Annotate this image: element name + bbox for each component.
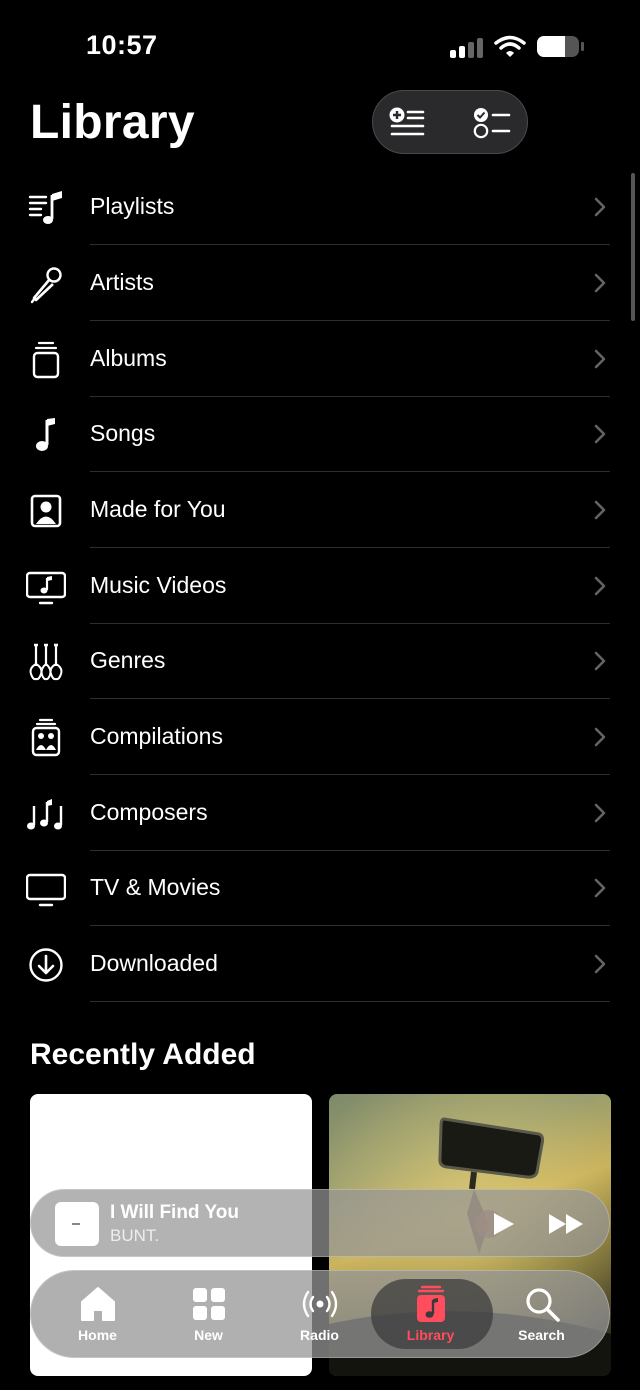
- library-row-albums[interactable]: Albums: [0, 321, 640, 397]
- compilations-icon: [31, 718, 61, 757]
- home-icon: [81, 1287, 115, 1321]
- album-icon: [32, 341, 60, 379]
- library-row-label: Composers: [90, 799, 208, 825]
- library-row-label: Songs: [90, 420, 156, 446]
- tab-radio[interactable]: Radio: [264, 1271, 375, 1357]
- chevron-right-icon: [594, 273, 606, 293]
- tv-icon: [26, 873, 66, 907]
- music-video-icon: [26, 571, 66, 605]
- chevron-right-icon: [594, 651, 606, 671]
- library-row-artists[interactable]: Artists: [0, 245, 640, 321]
- home-indicator: [220, 1380, 420, 1386]
- library-row-made-for-you[interactable]: Made for You: [0, 472, 640, 548]
- chevron-right-icon: [594, 878, 606, 898]
- library-row-downloaded[interactable]: Downloaded: [0, 926, 640, 1002]
- microphone-icon: [30, 267, 62, 304]
- play-icon[interactable]: [489, 1210, 517, 1238]
- select-list-icon[interactable]: [473, 107, 511, 139]
- tab-label: New: [194, 1327, 223, 1343]
- row-separator: [90, 1001, 610, 1002]
- header-actions: [372, 90, 528, 154]
- tab-search[interactable]: Search: [486, 1271, 597, 1357]
- status-time: 10:57: [86, 30, 158, 60]
- library-row-compilations[interactable]: Compilations: [0, 699, 640, 775]
- tab-home[interactable]: Home: [42, 1271, 153, 1357]
- music-notes-icon: [27, 799, 63, 830]
- radio-icon: [302, 1290, 338, 1318]
- music-note-icon: [36, 418, 55, 451]
- library-icon: [417, 1285, 445, 1322]
- person-square-icon: [30, 494, 62, 528]
- tab-bar: Home New Radio Library Search: [30, 1270, 610, 1358]
- search-icon: [526, 1288, 560, 1322]
- mini-player[interactable]: I Will Find You BUNT.: [30, 1189, 610, 1257]
- library-row-composers[interactable]: Composers: [0, 775, 640, 851]
- page-title: Library: [30, 96, 195, 149]
- add-to-list-icon[interactable]: [389, 107, 425, 139]
- signal-icon: [450, 38, 484, 58]
- library-row-label: TV & Movies: [90, 874, 221, 900]
- now-playing-title: I Will Find You: [110, 1202, 239, 1223]
- recently-added-heading: Recently Added: [30, 1038, 256, 1071]
- library-row-music-videos[interactable]: Music Videos: [0, 548, 640, 624]
- tab-library[interactable]: Library: [375, 1271, 486, 1357]
- playlist-icon: [28, 191, 62, 224]
- chevron-right-icon: [594, 727, 606, 747]
- tab-label: Library: [406, 1327, 455, 1343]
- now-playing-artist: BUNT.: [110, 1226, 160, 1245]
- tab-label: Home: [78, 1327, 117, 1343]
- chevron-right-icon: [594, 349, 606, 369]
- battery-icon: [537, 36, 579, 57]
- library-row-genres[interactable]: Genres: [0, 623, 640, 699]
- tab-label: Radio: [300, 1327, 339, 1343]
- library-row-label: Artists: [90, 269, 154, 295]
- tab-label: Search: [518, 1327, 565, 1343]
- library-row-songs[interactable]: Songs: [0, 396, 640, 472]
- library-row-playlists[interactable]: Playlists: [0, 169, 640, 245]
- library-row-label: Genres: [90, 647, 166, 673]
- tab-new[interactable]: New: [153, 1271, 264, 1357]
- library-row-label: Made for You: [90, 496, 226, 522]
- chevron-right-icon: [594, 576, 606, 596]
- library-row-tv-movies[interactable]: TV & Movies: [0, 850, 640, 926]
- grid-icon: [193, 1288, 225, 1320]
- library-row-label: Compilations: [90, 723, 223, 749]
- chevron-right-icon: [594, 803, 606, 823]
- library-row-label: Music Videos: [90, 572, 227, 598]
- library-row-label: Albums: [90, 345, 167, 371]
- library-row-label: Playlists: [90, 193, 175, 219]
- library-row-label: Downloaded: [90, 950, 218, 976]
- wifi-icon: [494, 35, 526, 57]
- guitars-icon: [29, 643, 63, 681]
- scroll-indicator[interactable]: [631, 173, 635, 321]
- chevron-right-icon: [594, 424, 606, 444]
- now-playing-artwork: [55, 1202, 99, 1246]
- chevron-right-icon: [594, 954, 606, 974]
- battery-cap: [581, 42, 584, 51]
- fast-forward-icon[interactable]: [547, 1210, 587, 1238]
- chevron-right-icon: [594, 197, 606, 217]
- download-icon: [29, 948, 63, 982]
- chevron-right-icon: [594, 500, 606, 520]
